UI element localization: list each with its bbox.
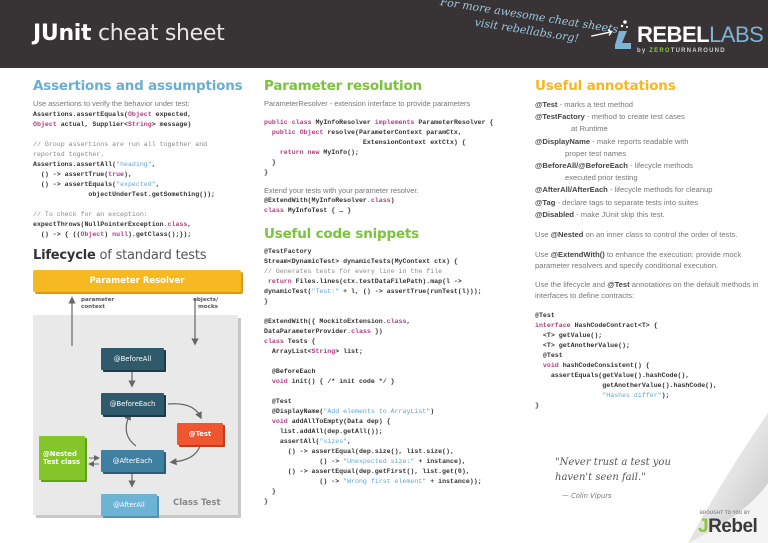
jrebel-logo[interactable]: JRebel xyxy=(698,516,758,538)
logo-tagline: by ZEROTURNAROUND xyxy=(637,48,726,54)
logo-wordmark: REBELLABS xyxy=(637,22,764,47)
resolver-code: public class MyInfoResolver implements P… xyxy=(264,118,494,176)
column-assertions: Assertions and assumptions Use assertion… xyxy=(33,78,243,268)
header-bar: JUnit cheat sheet For more awesome cheat… xyxy=(0,0,768,68)
lifecycle-diagram: Parameter Resolver parameter context obje… xyxy=(33,270,243,520)
quote-author: — Colin Vipurs xyxy=(562,492,612,500)
flask-icon xyxy=(615,20,631,49)
quote: "Never trust a test you haven't seen fail… xyxy=(555,457,671,483)
class-test-label: Class Test xyxy=(173,498,221,508)
page-title: JUnit cheat sheet xyxy=(33,21,225,46)
annotation-item: @DisplayName - make reports readable wit… xyxy=(535,136,689,158)
annotation-item: @AfterAll/AfterEach - lifecycle methods … xyxy=(535,185,713,195)
param-resolution-heading: Parameter resolution xyxy=(264,78,422,94)
title-rest: cheat sheet xyxy=(91,21,225,46)
arrow-curve-icon xyxy=(167,403,202,420)
node-test: @Test xyxy=(177,423,223,445)
lifecycle-heading: Lifecycle of standard tests xyxy=(33,247,207,263)
node-after-all: @AfterAll xyxy=(101,494,157,516)
extend-code: @ExtendWith(MyInfoResolver.class) class … xyxy=(264,197,395,214)
brought-to-you-by: BROUGHT TO YOU BY xyxy=(700,510,750,515)
annotations-heading: Useful annotations xyxy=(535,78,676,94)
assertions-heading: Assertions and assumptions xyxy=(33,78,243,94)
snippet-dynamic-tests: @TestFactory Stream<DynamicTest> dynamic… xyxy=(264,248,482,505)
snippets-heading: Useful code snippets xyxy=(264,226,420,242)
node-before-each: @BeforeEach xyxy=(101,393,164,415)
extend-intro: Extend your tests with your parameter re… xyxy=(264,185,419,195)
assert-equals-signature: Assertions.assertEquals(Object expected,… xyxy=(33,110,216,238)
node-after-each: @AfterEach xyxy=(101,450,164,472)
assertions-intro: Use assertions to verify the behavior un… xyxy=(33,99,190,108)
annotation-item: @Disabled - make JUnit skip this test. xyxy=(535,209,665,219)
node-before-all: @BeforeAll xyxy=(101,348,164,370)
annotation-item: @Tag - declare tags to separate tests in… xyxy=(535,197,699,207)
arrow-curve-icon xyxy=(169,445,201,466)
annotation-item: @BeforeAll/@BeforeEach - lifecycle metho… xyxy=(535,161,693,183)
nested-note: Use @Nested on an inner class to control… xyxy=(535,230,738,240)
contract-note: Use the lifecycle and @Test annotations … xyxy=(535,280,759,301)
extendwith-note: Use @ExtendWith() to enhance the executi… xyxy=(535,249,742,270)
title-bold: JUnit xyxy=(33,21,92,46)
annotation-item: @Test - marks a test method xyxy=(535,100,634,109)
annotations-list: @Test - marks a test method @TestFactory… xyxy=(535,99,760,221)
annotation-item: @TestFactory - method to create test cas… xyxy=(535,112,685,134)
arrow-curve-icon xyxy=(124,412,137,447)
param-resolution-intro: ParameterResolver - extension interface … xyxy=(264,99,471,108)
column-parameters: Parameter resolution ParameterResolver -… xyxy=(264,78,519,507)
column-annotations: Useful annotations @Test - marks a test … xyxy=(535,78,760,411)
node-nested-test-class: @Nested Test class xyxy=(39,436,85,480)
rebellabs-logo[interactable]: REBELLABS by ZEROTURNAROUND xyxy=(613,12,764,56)
contract-code: @Test interface HashCodeContract<T> { <T… xyxy=(535,312,718,410)
